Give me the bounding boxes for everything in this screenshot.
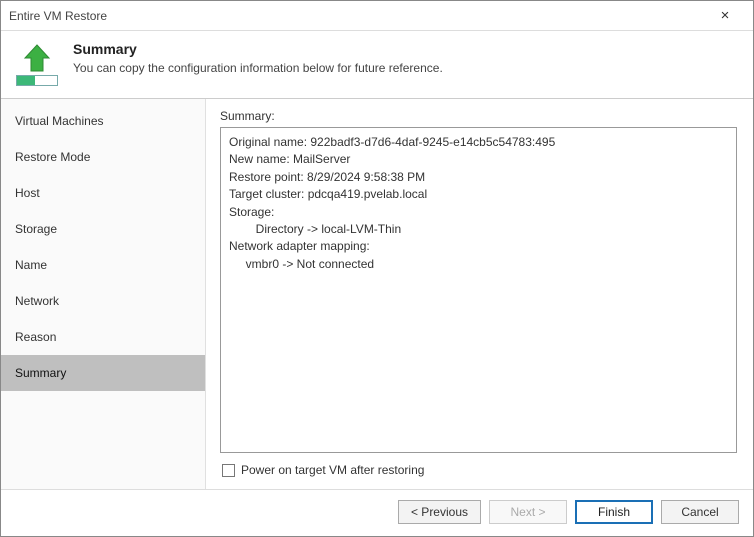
- sidebar-item-reason[interactable]: Reason: [1, 319, 205, 355]
- wizard-steps-sidebar: Virtual Machines Restore Mode Host Stora…: [1, 99, 206, 489]
- sidebar-item-label: Virtual Machines: [15, 114, 104, 128]
- close-icon[interactable]: ×: [705, 7, 745, 24]
- sidebar-item-host[interactable]: Host: [1, 175, 205, 211]
- page-subtitle: You can copy the configuration informati…: [73, 61, 443, 75]
- sidebar-item-summary[interactable]: Summary: [1, 355, 205, 391]
- wizard-icon: [15, 41, 59, 86]
- restore-wizard-window: Entire VM Restore × Summary You can copy…: [0, 0, 754, 537]
- next-button: Next >: [489, 500, 567, 524]
- power-on-checkbox-label: Power on target VM after restoring: [241, 463, 424, 477]
- progress-icon: [16, 75, 58, 86]
- checkbox-icon: [222, 464, 235, 477]
- sidebar-item-label: Host: [15, 186, 40, 200]
- wizard-header-text: Summary You can copy the configuration i…: [73, 41, 443, 75]
- sidebar-item-label: Storage: [15, 222, 57, 236]
- sidebar-item-virtual-machines[interactable]: Virtual Machines: [1, 103, 205, 139]
- sidebar-item-storage[interactable]: Storage: [1, 211, 205, 247]
- wizard-body: Virtual Machines Restore Mode Host Stora…: [1, 98, 753, 489]
- sidebar-item-label: Summary: [15, 366, 66, 380]
- sidebar-item-label: Restore Mode: [15, 150, 90, 164]
- wizard-header: Summary You can copy the configuration i…: [1, 31, 753, 98]
- wizard-footer: < Previous Next > Finish Cancel: [1, 489, 753, 536]
- sidebar-item-network[interactable]: Network: [1, 283, 205, 319]
- page-title: Summary: [73, 41, 443, 57]
- previous-button[interactable]: < Previous: [398, 500, 481, 524]
- power-on-checkbox[interactable]: Power on target VM after restoring: [220, 453, 737, 481]
- titlebar: Entire VM Restore ×: [1, 1, 753, 31]
- sidebar-item-restore-mode[interactable]: Restore Mode: [1, 139, 205, 175]
- sidebar-item-label: Name: [15, 258, 47, 272]
- window-title: Entire VM Restore: [9, 9, 705, 23]
- upload-arrow-icon: [20, 43, 54, 73]
- summary-field-label: Summary:: [220, 109, 737, 123]
- sidebar-item-label: Reason: [15, 330, 56, 344]
- sidebar-item-label: Network: [15, 294, 59, 308]
- sidebar-item-name[interactable]: Name: [1, 247, 205, 283]
- cancel-button[interactable]: Cancel: [661, 500, 739, 524]
- summary-text-area[interactable]: Original name: 922badf3-d7d6-4daf-9245-e…: [220, 127, 737, 453]
- wizard-main: Summary: Original name: 922badf3-d7d6-4d…: [206, 99, 753, 489]
- finish-button[interactable]: Finish: [575, 500, 653, 524]
